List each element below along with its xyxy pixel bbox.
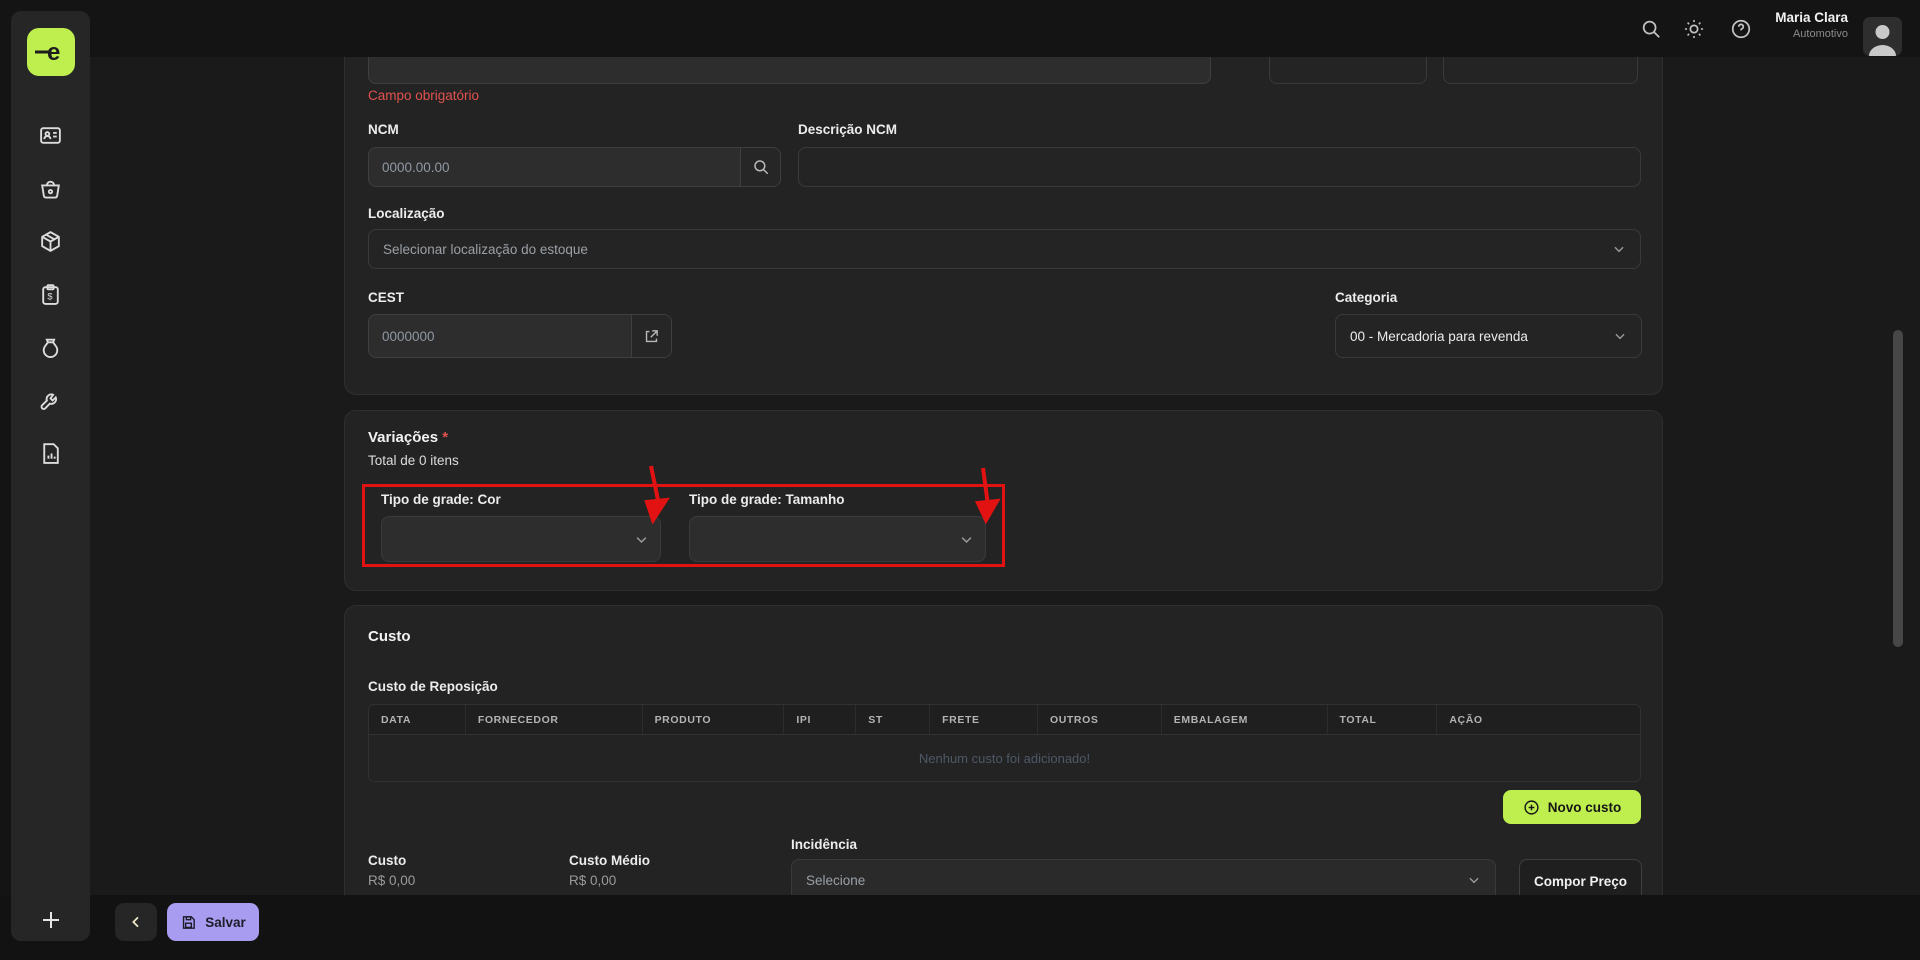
user-name: Maria Clara — [1775, 10, 1848, 25]
sidebar-item-tools-wrench[interactable] — [38, 388, 63, 413]
chevron-down-icon — [1467, 873, 1481, 887]
cest-field[interactable] — [368, 314, 672, 358]
ncm-descricao-field[interactable] — [798, 147, 1641, 187]
novo-custo-button[interactable]: Novo custo — [1503, 790, 1641, 824]
grade-cor-select[interactable] — [381, 516, 661, 562]
required-field-error: Campo obrigatório — [368, 88, 479, 103]
required-asterisk: * — [442, 429, 448, 446]
col-acao: AÇÃO — [1437, 705, 1640, 734]
novo-custo-label: Novo custo — [1548, 800, 1622, 815]
cest-input[interactable] — [369, 315, 631, 357]
col-produto: PRODUTO — [643, 705, 785, 734]
localizacao-placeholder: Selecionar localização do estoque — [383, 242, 588, 257]
chevron-down-icon — [1612, 242, 1626, 256]
external-link-icon — [643, 328, 660, 345]
ncm-descricao-input[interactable] — [799, 148, 1640, 186]
user-role: Automotivo — [1775, 28, 1848, 40]
chevron-down-icon — [959, 532, 973, 546]
col-outros: OUTROS — [1038, 705, 1162, 734]
save-button[interactable]: Salvar — [167, 903, 259, 941]
save-button-label: Salvar — [205, 915, 246, 930]
col-embalagem: EMBALAGEM — [1162, 705, 1328, 734]
custo-reposicao-label: Custo de Reposição — [368, 679, 498, 694]
search-icon — [752, 158, 770, 176]
grade-tamanho-select[interactable] — [689, 516, 986, 562]
back-button[interactable] — [115, 903, 157, 941]
footer-bar: Salvar — [0, 895, 1920, 960]
variacoes-total: Total de 0 itens — [368, 453, 459, 468]
svg-text:$: $ — [47, 292, 53, 302]
col-frete: FRETE — [930, 705, 1038, 734]
sidebar-item-sales-basket[interactable] — [38, 176, 63, 201]
custo-title: Custo — [368, 628, 411, 645]
categoria-select[interactable]: 00 - Mercadoria para revenda — [1335, 314, 1642, 358]
plus-circle-icon — [1523, 799, 1540, 816]
custo-stat-label: Custo — [368, 853, 406, 868]
col-fornecedor: FORNECEDOR — [466, 705, 643, 734]
app-window: Campo obrigatório NCM Descrição NCM Loca… — [0, 0, 1920, 960]
ncm-input[interactable] — [369, 148, 740, 186]
ncm-label: NCM — [368, 122, 399, 137]
custo-stat-value: R$ 0,00 — [368, 873, 415, 888]
col-ipi: IPI — [784, 705, 856, 734]
cest-external-link-button[interactable] — [631, 315, 671, 357]
theme-sun-icon[interactable] — [1683, 18, 1705, 40]
custo-table-header: DATA FORNECEDOR PRODUTO IPI ST FRETE OUT… — [369, 705, 1640, 735]
ncm-field[interactable] — [368, 147, 781, 187]
fiscal-fields-card: Campo obrigatório NCM Descrição NCM Loca… — [344, 0, 1663, 395]
chevron-down-icon — [634, 532, 648, 546]
custo-medio-label: Custo Médio — [569, 853, 650, 868]
localizacao-select[interactable]: Selecionar localização do estoque — [368, 229, 1641, 269]
svg-text:e: e — [47, 39, 60, 66]
incidencia-placeholder: Selecione — [806, 873, 865, 888]
sidebar-item-contacts[interactable] — [38, 123, 63, 148]
app-logo[interactable]: e — [27, 28, 75, 76]
chevron-down-icon — [1613, 329, 1627, 343]
custo-medio-value: R$ 0,00 — [569, 873, 616, 888]
avatar[interactable] — [1863, 17, 1902, 56]
ncm-search-button[interactable] — [740, 148, 780, 186]
col-total: TOTAL — [1328, 705, 1438, 734]
help-icon[interactable] — [1730, 18, 1752, 40]
ncm-descricao-label: Descrição NCM — [798, 122, 897, 137]
sidebar-add-button[interactable] — [39, 908, 63, 932]
topbar: Maria Clara Automotivo — [90, 0, 1920, 57]
grade-tamanho-label: Tipo de grade: Tamanho — [689, 492, 845, 507]
incidencia-label: Incidência — [791, 837, 857, 852]
grade-cor-label: Tipo de grade: Cor — [381, 492, 501, 507]
variacoes-card: Variações * Total de 0 itens Tipo de gra… — [344, 410, 1663, 591]
col-data: DATA — [369, 705, 466, 734]
categoria-value: 00 - Mercadoria para revenda — [1350, 329, 1528, 344]
sidebar-item-products-package[interactable] — [38, 229, 63, 254]
cest-label: CEST — [368, 290, 404, 305]
sidebar-item-reports-document[interactable] — [38, 441, 63, 466]
sidebar-item-money-bag[interactable] — [38, 335, 63, 360]
categoria-label: Categoria — [1335, 290, 1397, 305]
localizacao-label: Localização — [368, 206, 445, 221]
sidebar: e $ — [11, 11, 90, 941]
custo-table: DATA FORNECEDOR PRODUTO IPI ST FRETE OUT… — [368, 704, 1641, 782]
floppy-disk-icon — [180, 914, 197, 931]
chevron-left-icon — [128, 914, 144, 930]
custo-table-empty-state: Nenhum custo foi adicionado! — [369, 735, 1640, 781]
search-icon[interactable] — [1640, 18, 1662, 40]
variacoes-title: Variações * — [368, 429, 448, 446]
col-st: ST — [856, 705, 930, 734]
scrollbar-thumb[interactable] — [1893, 330, 1903, 647]
sidebar-item-finance-clipboard[interactable]: $ — [38, 282, 63, 307]
user-block[interactable]: Maria Clara Automotivo — [1775, 10, 1848, 40]
